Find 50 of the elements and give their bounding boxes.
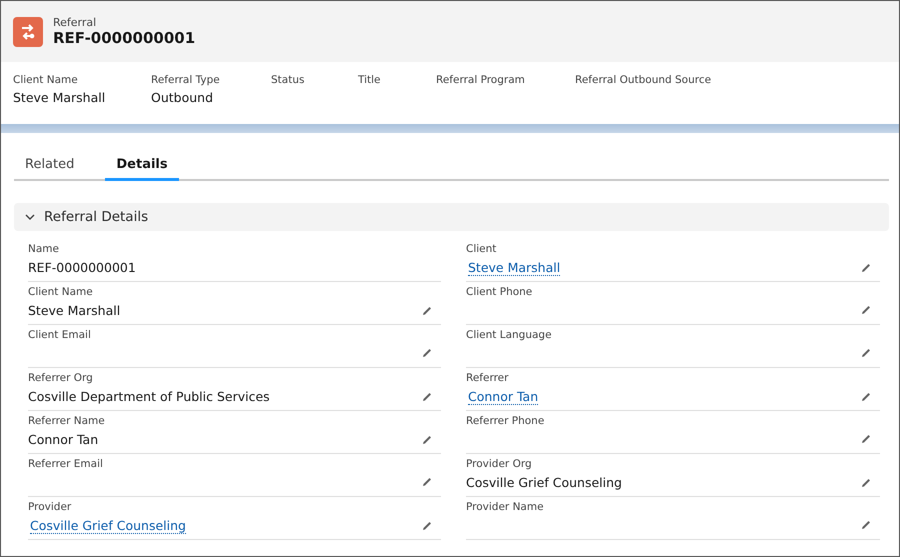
field-label: Provider Name (466, 501, 545, 513)
field-link[interactable]: Steve Marshall (468, 260, 560, 276)
field-label: Referrer Phone (466, 415, 546, 427)
highlight-label: Referral Type (151, 74, 221, 86)
field-link[interactable]: Cosville Grief Counseling (30, 518, 186, 534)
edit-pencil-icon[interactable] (860, 519, 872, 531)
field-label: Provider Org (466, 458, 533, 470)
section-header[interactable]: Referral Details (14, 203, 889, 231)
edit-pencil-icon[interactable] (860, 347, 872, 359)
field-label: Client Name (28, 286, 94, 298)
edit-pencil-icon[interactable] (421, 347, 433, 359)
highlight-label: Title (358, 74, 382, 86)
section-title: Referral Details (44, 209, 148, 225)
edit-pencil-icon[interactable] (860, 304, 872, 316)
edit-pencil-icon[interactable] (421, 304, 433, 316)
edit-pencil-icon[interactable] (860, 391, 872, 403)
record-title: REF-0000000001 (53, 29, 196, 47)
edit-pencil-icon[interactable] (421, 390, 433, 402)
field-link[interactable]: Connor Tan (468, 389, 538, 405)
referral-arrows-icon (13, 16, 43, 46)
field-label: Referrer (466, 372, 510, 384)
field-label: Client Email (28, 329, 92, 341)
edit-pencil-icon[interactable] (421, 434, 433, 446)
tab[interactable]: Details (105, 151, 179, 181)
edit-pencil-icon[interactable] (421, 520, 433, 532)
tab[interactable]: Related (14, 151, 86, 181)
object-type-label: Referral (53, 16, 98, 29)
edit-pencil-icon[interactable] (860, 262, 872, 274)
field-label: Client Phone (466, 286, 534, 298)
field-value: Steve Marshall (28, 303, 120, 318)
field-value: Cosville Grief Counseling (466, 475, 622, 490)
edit-pencil-icon[interactable] (860, 433, 872, 445)
field-label: Referrer Org (28, 372, 94, 384)
highlight-label: Client Name (13, 74, 79, 86)
field-value: REF-0000000001 (28, 260, 136, 275)
field-label: Client Language (466, 329, 553, 341)
field-value: Cosville Department of Public Services (28, 389, 270, 404)
edit-pencil-icon[interactable] (421, 476, 433, 488)
highlight-value: Steve Marshall (13, 90, 106, 105)
highlight-label: Status (271, 74, 306, 86)
field-label: Provider (28, 501, 72, 513)
highlight-value: Outbound (151, 90, 214, 105)
field-label: Referrer Email (28, 458, 104, 470)
field-label: Client (466, 243, 498, 255)
highlight-label: Referral Program (436, 74, 526, 86)
field-label: Name (28, 243, 60, 255)
field-label: Referrer Name (28, 415, 106, 427)
edit-pencil-icon[interactable] (860, 476, 872, 488)
highlight-label: Referral Outbound Source (575, 74, 712, 86)
field-value: Connor Tan (28, 432, 98, 447)
